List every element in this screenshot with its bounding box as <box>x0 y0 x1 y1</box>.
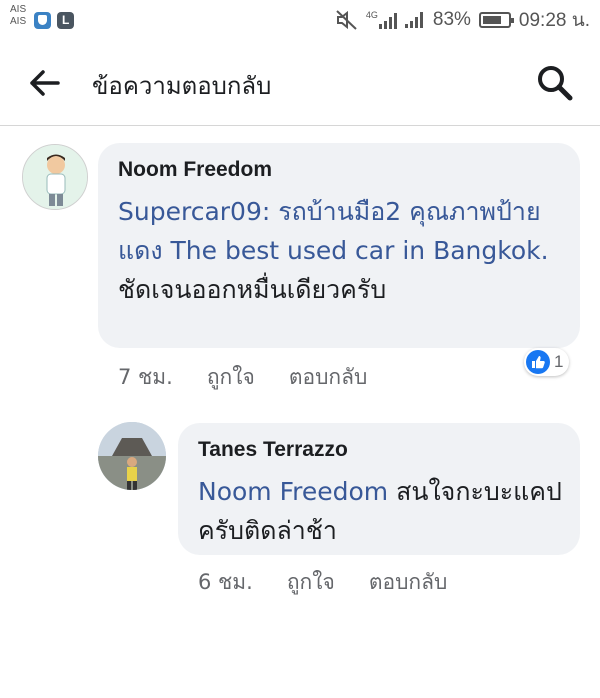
battery-icon <box>478 12 514 28</box>
app-header: ข้อความตอบกลับ <box>0 38 600 126</box>
reaction-count-value: 1 <box>554 352 564 371</box>
comment-meta: 7 ชม. ถูกใจ ตอบกลับ <box>118 361 401 394</box>
mention-link[interactable]: Supercar09: รถบ้านมือ2 คุณภาพป้ายแดง The… <box>118 197 549 265</box>
like-reaction-icon <box>526 350 550 374</box>
avatar[interactable] <box>22 144 88 210</box>
mute-icon <box>336 10 358 30</box>
line-app-icon <box>57 12 74 29</box>
comment-message: ชัดเจนออกหมื่นเดียวครับ <box>118 275 387 304</box>
carrier-2: AIS <box>10 16 27 27</box>
comment-text: Noom Freedom สนใจกะบะแคปครับติดล่าช้า <box>198 472 568 550</box>
like-button[interactable]: ถูกใจ <box>287 566 335 599</box>
shield-icon <box>34 12 51 29</box>
comment-time: 6 ชม. <box>198 570 253 594</box>
search-icon <box>538 66 573 101</box>
reaction-count[interactable]: 1 <box>524 348 570 376</box>
comment-author[interactable]: Tanes Terrazzo <box>198 438 348 462</box>
comment-author[interactable]: Noom Freedom <box>118 158 272 182</box>
page-title: ข้อความตอบกลับ <box>92 72 272 100</box>
reply-button[interactable]: ตอบกลับ <box>289 361 368 394</box>
comment-meta: 6 ชม. ถูกใจ ตอบกลับ <box>198 566 481 599</box>
avatar-image <box>23 145 87 209</box>
back-button[interactable] <box>26 66 62 100</box>
search-button[interactable] <box>536 64 574 102</box>
carrier-labels: AIS AIS <box>10 4 26 28</box>
network-type: 4G <box>365 10 378 20</box>
carrier-1: AIS <box>10 4 27 15</box>
arrow-back-icon <box>30 70 60 96</box>
status-indicators: 4G 83% 09:28 น. <box>336 9 590 31</box>
signal-icon <box>404 12 425 28</box>
signal-icon: 4G <box>366 11 397 29</box>
comment-text: Supercar09: รถบ้านมือ2 คุณภาพป้ายแดง The… <box>118 192 558 309</box>
status-bar: AIS AIS 4G 83% 09:28 น. <box>0 0 600 38</box>
avatar[interactable] <box>98 422 166 490</box>
battery-percent: 83% <box>432 9 471 30</box>
like-button[interactable]: ถูกใจ <box>207 361 255 394</box>
reply-button[interactable]: ตอบกลับ <box>369 566 448 599</box>
clock: 09:28 น. <box>518 10 590 31</box>
comment-time: 7 ชม. <box>118 365 173 389</box>
mention-link[interactable]: Noom Freedom <box>198 477 388 506</box>
avatar-image <box>98 422 166 490</box>
